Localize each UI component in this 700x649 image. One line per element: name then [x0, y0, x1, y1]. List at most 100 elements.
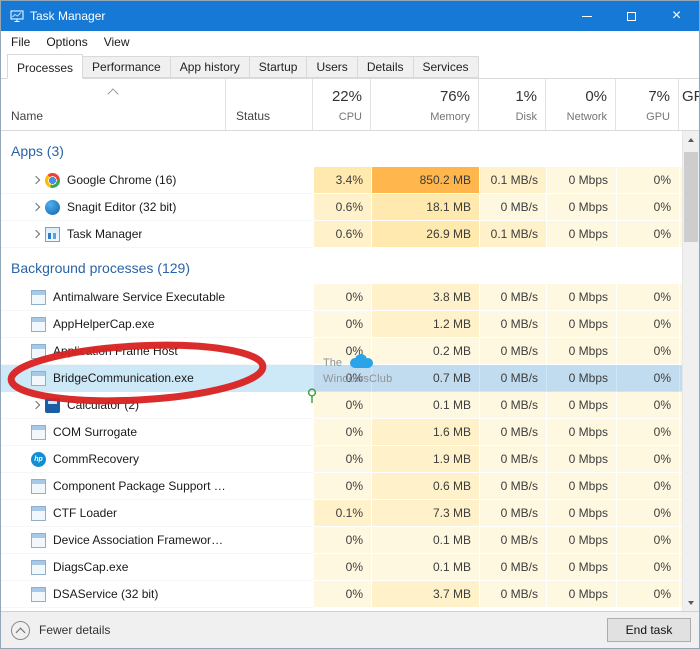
tab-users[interactable]: Users — [306, 56, 357, 78]
process-name: Application Frame Host — [53, 344, 178, 358]
usage-cell: 0% — [616, 473, 679, 500]
usage-cell: 0.6 MB — [371, 473, 479, 500]
status-cell — [226, 167, 313, 194]
process-name-cell: DSAService (32 bit) — [1, 581, 226, 608]
usage-cell: 26.9 MB — [371, 221, 479, 248]
process-row[interactable]: CTF Loader0.1%7.3 MB0 MB/s0 Mbps0% — [1, 500, 682, 527]
generic-icon — [31, 479, 46, 494]
usage-cell: 3.4% — [313, 167, 371, 194]
process-name-cell: Snagit Editor (32 bit) — [1, 194, 226, 221]
generic-icon — [31, 533, 46, 548]
name-column-label: Name — [11, 109, 43, 123]
scroll-down-icon[interactable] — [683, 594, 699, 611]
column-header-disk[interactable]: 1% Disk — [479, 79, 546, 130]
column-header-gpu-engine[interactable]: GP — [679, 79, 699, 130]
status-cell — [226, 554, 313, 581]
tab-performance[interactable]: Performance — [82, 56, 171, 78]
process-row[interactable]: CommRecovery0%1.9 MB0 MB/s0 Mbps0% — [1, 446, 682, 473]
usage-cell: 0% — [616, 419, 679, 446]
menu-item-view[interactable]: View — [96, 35, 138, 49]
usage-cell: 0 MB/s — [479, 527, 546, 554]
usage-cell: 0% — [616, 338, 679, 365]
usage-cell: 1.2 MB — [371, 311, 479, 338]
usage-cell: 0 Mbps — [546, 311, 616, 338]
process-name: CommRecovery — [53, 452, 139, 466]
column-header-name[interactable]: Name — [1, 79, 226, 130]
process-name-cell: Task Manager — [1, 221, 226, 248]
scroll-up-icon[interactable] — [683, 131, 699, 148]
menu-item-file[interactable]: File — [3, 35, 38, 49]
process-row[interactable]: Google Chrome (16)3.4%850.2 MB0.1 MB/s0 … — [1, 167, 682, 194]
status-cell — [226, 194, 313, 221]
process-name-cell: Antimalware Service Executable — [1, 284, 226, 311]
tab-app-history[interactable]: App history — [170, 56, 250, 78]
process-row[interactable]: Task Manager0.6%26.9 MB0.1 MB/s0 Mbps0% — [1, 221, 682, 248]
column-header-cpu[interactable]: 22%CPU — [313, 79, 371, 130]
generic-icon — [31, 506, 46, 521]
usage-cell: 0 Mbps — [546, 419, 616, 446]
maximize-button[interactable] — [609, 1, 654, 31]
usage-percent: 1% — [515, 88, 537, 105]
end-task-button[interactable]: End task — [607, 618, 691, 642]
scrollbar-thumb[interactable] — [684, 152, 698, 242]
group-header-background-processes-129[interactable]: Background processes (129) — [1, 248, 682, 284]
usage-percent: 7% — [648, 88, 670, 105]
usage-cell: 0 Mbps — [546, 167, 616, 194]
process-row[interactable]: Antimalware Service Executable0%3.8 MB0 … — [1, 284, 682, 311]
minimize-button[interactable] — [564, 1, 609, 31]
usage-cell: 1.6 MB — [371, 419, 479, 446]
usage-cell: 0% — [616, 194, 679, 221]
fewer-details-toggle[interactable]: Fewer details — [9, 621, 110, 640]
tab-startup[interactable]: Startup — [249, 56, 308, 78]
vertical-scrollbar[interactable] — [682, 131, 699, 611]
column-header-gpu[interactable]: 7% GPU — [616, 79, 679, 130]
usage-cell: 3.8 MB — [371, 284, 479, 311]
process-name: BridgeCommunication.exe — [53, 371, 194, 385]
usage-cell: 0 MB/s — [479, 446, 546, 473]
process-name-cell: Calculator (2) — [1, 392, 226, 419]
usage-label: CPU — [339, 111, 362, 123]
menu-item-options[interactable]: Options — [38, 35, 95, 49]
process-row[interactable]: Device Association Framework ...0%0.1 MB… — [1, 527, 682, 554]
maximize-icon — [627, 12, 636, 21]
process-row[interactable]: COM Surrogate0%1.6 MB0 MB/s0 Mbps0% — [1, 419, 682, 446]
watermark: The WindowsClub — [323, 354, 392, 386]
process-list: Apps (3)Google Chrome (16)3.4%850.2 MB0.… — [1, 131, 699, 611]
usage-cell: 0% — [313, 419, 371, 446]
task-manager-app-icon — [10, 9, 24, 23]
generic-icon — [31, 371, 46, 386]
process-row[interactable]: Snagit Editor (32 bit)0.6%18.1 MB0 MB/s0… — [1, 194, 682, 221]
usage-label: GPU — [646, 111, 670, 123]
column-header-memory[interactable]: 76%Memory — [371, 79, 479, 130]
title-bar[interactable]: Task Manager — [1, 1, 699, 31]
close-button[interactable] — [654, 1, 699, 31]
process-row[interactable]: Component Package Support S...0%0.6 MB0 … — [1, 473, 682, 500]
usage-label: Disk — [516, 111, 537, 123]
usage-cell: 7.3 MB — [371, 500, 479, 527]
usage-cell: 0 MB/s — [479, 392, 546, 419]
usage-cell: 0 MB/s — [479, 554, 546, 581]
process-name-cell: CTF Loader — [1, 500, 226, 527]
usage-cell: 0 MB/s — [479, 500, 546, 527]
usage-cell: 0 Mbps — [546, 500, 616, 527]
generic-icon — [31, 317, 46, 332]
cloud-logo-icon — [347, 354, 375, 373]
column-header-status[interactable]: Status — [226, 79, 313, 130]
process-row[interactable]: Calculator (2)0%0.1 MB0 MB/s0 Mbps0% — [1, 392, 682, 419]
column-header-network[interactable]: 0%Network — [546, 79, 616, 130]
sort-ascending-icon — [107, 88, 118, 99]
tab-details[interactable]: Details — [357, 56, 414, 78]
usage-cell: 0 MB/s — [479, 338, 546, 365]
tab-processes[interactable]: Processes — [7, 54, 83, 79]
usage-percent: 76% — [440, 88, 470, 105]
group-header-apps-3[interactable]: Apps (3) — [1, 131, 682, 167]
process-row[interactable]: DiagsCap.exe0%0.1 MB0 MB/s0 Mbps0% — [1, 554, 682, 581]
process-row[interactable]: AppHelperCap.exe0%1.2 MB0 MB/s0 Mbps0% — [1, 311, 682, 338]
process-row[interactable]: DSAService (32 bit)0%3.7 MB0 MB/s0 Mbps0… — [1, 581, 682, 608]
usage-cell: 0.1% — [313, 500, 371, 527]
status-cell — [226, 419, 313, 446]
caption-buttons — [564, 1, 699, 31]
tab-services[interactable]: Services — [413, 56, 479, 78]
menu-bar: FileOptionsView — [1, 31, 699, 53]
column-header: Name Status 22%CPU76%Memory 1% Disk 0%Netwo… — [1, 79, 699, 131]
